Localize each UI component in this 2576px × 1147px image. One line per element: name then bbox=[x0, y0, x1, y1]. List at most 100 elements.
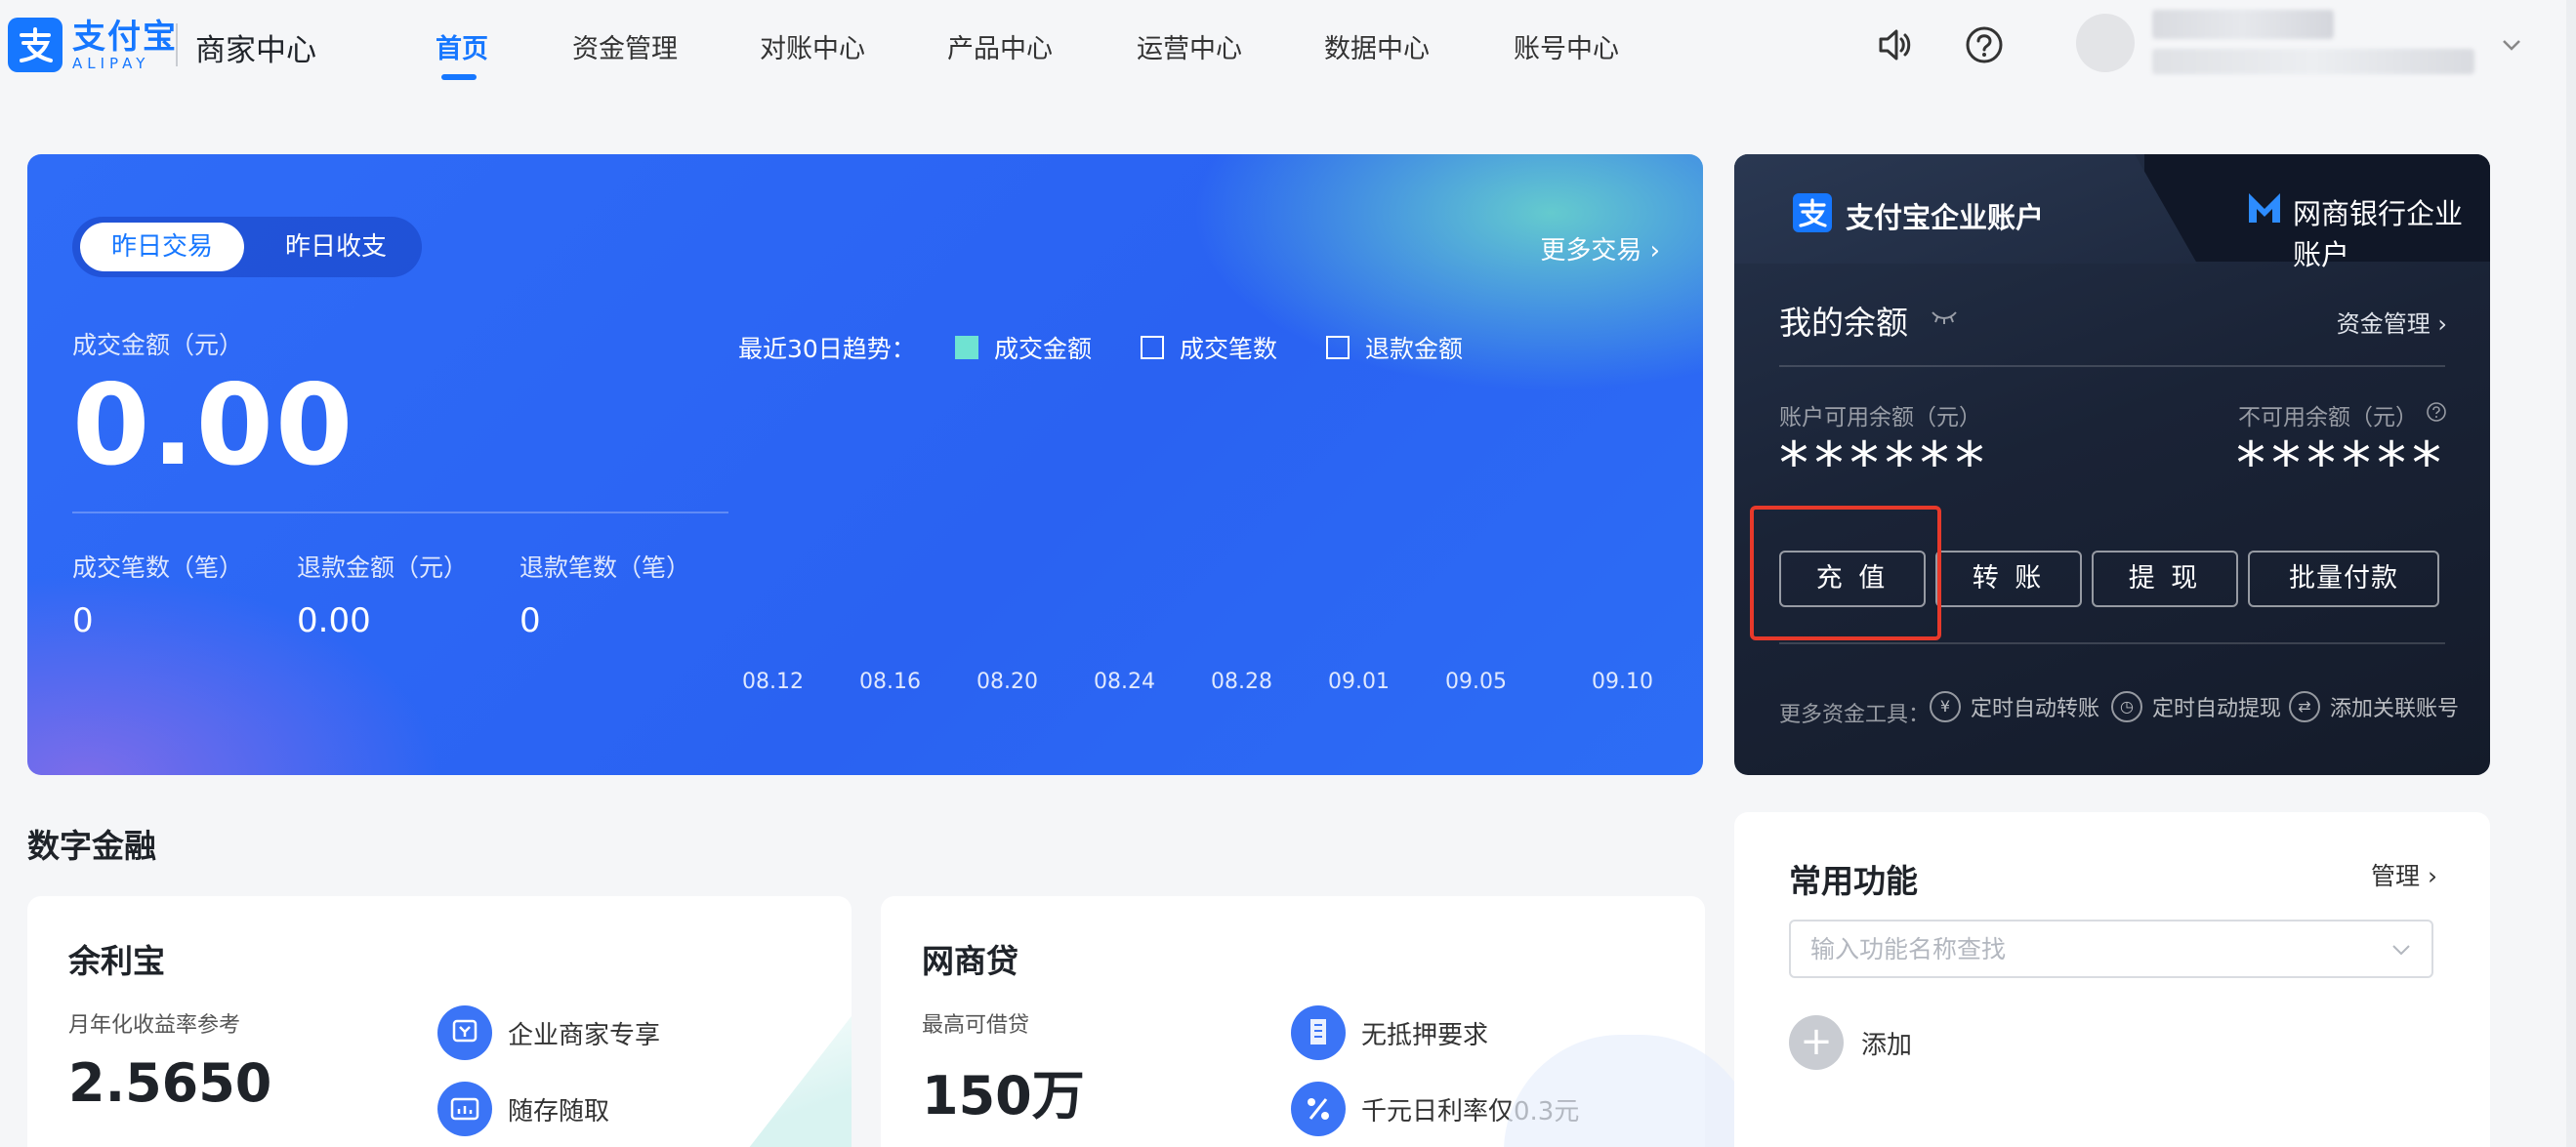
recharge-highlight bbox=[1750, 506, 1941, 640]
add-label: 添加 bbox=[1861, 1030, 1913, 1060]
more-transactions-link[interactable]: 更多交易 › bbox=[1540, 230, 1660, 266]
tool-scheduled-withdraw[interactable]: ◷ 定时自动提现 bbox=[2111, 691, 2281, 722]
fund-management-label: 资金管理 bbox=[2336, 310, 2431, 338]
tool-label: 定时自动转账 bbox=[1971, 697, 2100, 721]
nav-item-data[interactable]: 数据中心 bbox=[1324, 27, 1430, 65]
sync-icon: ⇄ bbox=[2289, 691, 2320, 722]
avatar[interactable] bbox=[2076, 14, 2135, 72]
balance-title: 我的余额 bbox=[1779, 304, 1908, 342]
checkbox-unchecked bbox=[1141, 336, 1164, 359]
transaction-count-label: 成交笔数（笔） bbox=[72, 553, 244, 582]
x-tick-label: 08.24 bbox=[1094, 670, 1155, 694]
trend-chart bbox=[795, 649, 1654, 659]
legend-label: 退款金额 bbox=[1365, 335, 1464, 363]
user-account-blurred bbox=[2152, 49, 2474, 74]
available-balance-value: ****** bbox=[1779, 430, 1990, 498]
clock-icon: ◷ bbox=[2111, 691, 2142, 722]
legend-label: 成交金额 bbox=[994, 335, 1093, 363]
nav-item-operations[interactable]: 运营中心 bbox=[1137, 27, 1242, 65]
tool-label: 添加关联账号 bbox=[2330, 697, 2460, 721]
brand-name-en: ALIPAY bbox=[72, 55, 150, 72]
chevron-down-icon[interactable] bbox=[2500, 33, 2523, 61]
feature-label: 企业商家专享 bbox=[508, 1020, 661, 1050]
mybank-loan-limit-value: 150万 bbox=[922, 1065, 1085, 1127]
add-function-button[interactable]: + 添加 bbox=[1789, 1015, 1912, 1070]
plus-icon: + bbox=[1789, 1015, 1844, 1070]
mybank-tab-label: 网商银行企业账户 bbox=[2293, 197, 2464, 271]
mybank-logo-icon bbox=[2246, 189, 2283, 230]
nav-active-indicator bbox=[441, 74, 477, 80]
function-search-select[interactable] bbox=[1789, 920, 2433, 978]
nav-item-products[interactable]: 产品中心 bbox=[947, 27, 1053, 65]
fund-management-link[interactable]: 资金管理 › bbox=[2337, 305, 2447, 339]
tab-mybank-account[interactable]: 网商银行企业账户 bbox=[2144, 154, 2490, 271]
user-name-blurred bbox=[2152, 10, 2334, 39]
building-icon bbox=[1291, 1005, 1346, 1060]
page: 支付宝 ALIPAY 商家中心 首页 资金管理 对账中心 产品中心 运营中心 数… bbox=[0, 0, 2576, 1147]
tool-scheduled-transfer[interactable]: ¥ 定时自动转账 bbox=[1930, 691, 2099, 722]
withdraw-button[interactable]: 提 现 bbox=[2092, 551, 2238, 607]
tab-yesterday-transactions[interactable]: 昨日交易 bbox=[80, 223, 244, 271]
feature-label: 随存随取 bbox=[508, 1096, 610, 1127]
nav-item-home[interactable]: 首页 bbox=[436, 27, 488, 65]
alipay-logo-icon bbox=[8, 18, 62, 72]
help-icon[interactable] bbox=[1963, 23, 2006, 66]
function-search-input[interactable] bbox=[1810, 933, 2357, 964]
chevron-right-icon: › bbox=[2437, 310, 2447, 338]
available-balance-label: 账户可用余额（元） bbox=[1779, 405, 1981, 430]
mybank-loan-feature: 无抵押要求 bbox=[1291, 1005, 1488, 1060]
scrollbar[interactable] bbox=[2566, 0, 2576, 1147]
alipay-tab-label: 支付宝企业账户 bbox=[1846, 201, 2045, 234]
tools-divider bbox=[1779, 642, 2445, 644]
transfer-button[interactable]: 转 账 bbox=[1935, 551, 2082, 607]
legend-label: 成交笔数 bbox=[1180, 335, 1278, 363]
speaker-icon[interactable] bbox=[1873, 23, 1916, 66]
refund-count-value: 0 bbox=[519, 601, 541, 640]
refund-count-label: 退款笔数（笔） bbox=[519, 553, 691, 582]
yulibao-feature: 随存随取 bbox=[437, 1082, 609, 1136]
refund-amount-label: 退款金额（元） bbox=[297, 553, 469, 582]
checkbox-unchecked bbox=[1326, 336, 1350, 359]
yen-circle-icon: ¥ bbox=[1930, 691, 1961, 722]
balance-divider bbox=[1779, 365, 2445, 367]
x-tick-label: 08.12 bbox=[742, 670, 804, 694]
nav-item-account[interactable]: 账号中心 bbox=[1514, 27, 1619, 65]
chevron-right-icon: › bbox=[1649, 236, 1660, 266]
manage-link[interactable]: 管理 › bbox=[2371, 857, 2437, 892]
yulibao-yield-value: 2.5650 bbox=[68, 1052, 272, 1114]
tab-alipay-enterprise-account[interactable]: 支付宝企业账户 bbox=[1734, 154, 2197, 264]
legend-transaction-count[interactable]: 成交笔数 bbox=[1141, 330, 1277, 365]
trend-title: 最近30日趋势： bbox=[738, 335, 916, 363]
x-tick-label: 08.20 bbox=[976, 670, 1038, 694]
yulibao-yield-label: 月年化收益率参考 bbox=[68, 1013, 241, 1038]
tool-label: 定时自动提现 bbox=[2152, 697, 2282, 721]
yulibao-feature: 企业商家专享 bbox=[437, 1005, 660, 1060]
yulibao-card[interactable]: 余利宝 月年化收益率参考 2.5650 企业商家专享 随存随取 bbox=[27, 896, 852, 1147]
help-icon[interactable] bbox=[2426, 401, 2447, 429]
batch-payment-button[interactable]: 批量付款 bbox=[2248, 551, 2439, 607]
mybank-loan-limit-label: 最高可借贷 bbox=[922, 1013, 1030, 1038]
enterprise-icon bbox=[437, 1005, 492, 1060]
decorative-wave bbox=[725, 1004, 852, 1147]
wallet-icon bbox=[437, 1082, 492, 1136]
nav-item-funds[interactable]: 资金管理 bbox=[572, 27, 678, 65]
eye-closed-icon[interactable] bbox=[1930, 307, 1959, 330]
legend-transaction-amount[interactable]: 成交金额 bbox=[955, 330, 1092, 365]
tool-link-account[interactable]: ⇄ 添加关联账号 bbox=[2289, 691, 2459, 722]
stats-divider bbox=[72, 512, 728, 513]
alipay-logo[interactable]: 支付宝 ALIPAY bbox=[8, 18, 178, 72]
top-nav: 支付宝 ALIPAY 商家中心 首页 资金管理 对账中心 产品中心 运营中心 数… bbox=[0, 0, 2576, 90]
more-transactions-label: 更多交易 bbox=[1540, 236, 1642, 266]
tab-yesterday-income-expense[interactable]: 昨日收支 bbox=[258, 223, 414, 271]
nav-item-reconcile[interactable]: 对账中心 bbox=[760, 27, 865, 65]
chevron-right-icon: › bbox=[2428, 862, 2437, 890]
percent-icon bbox=[1291, 1082, 1346, 1136]
x-tick-label: 09.10 bbox=[1592, 670, 1653, 694]
transaction-amount-value: 0.00 bbox=[72, 360, 355, 490]
transaction-count-value: 0 bbox=[72, 601, 94, 640]
brand-name-cn: 支付宝 bbox=[72, 18, 178, 57]
alipay-small-icon bbox=[1793, 193, 1832, 232]
unavailable-balance-value: ****** bbox=[2236, 430, 2447, 498]
unavailable-balance-label: 不可用余额（元） bbox=[2238, 405, 2418, 430]
legend-refund-amount[interactable]: 退款金额 bbox=[1326, 330, 1463, 365]
